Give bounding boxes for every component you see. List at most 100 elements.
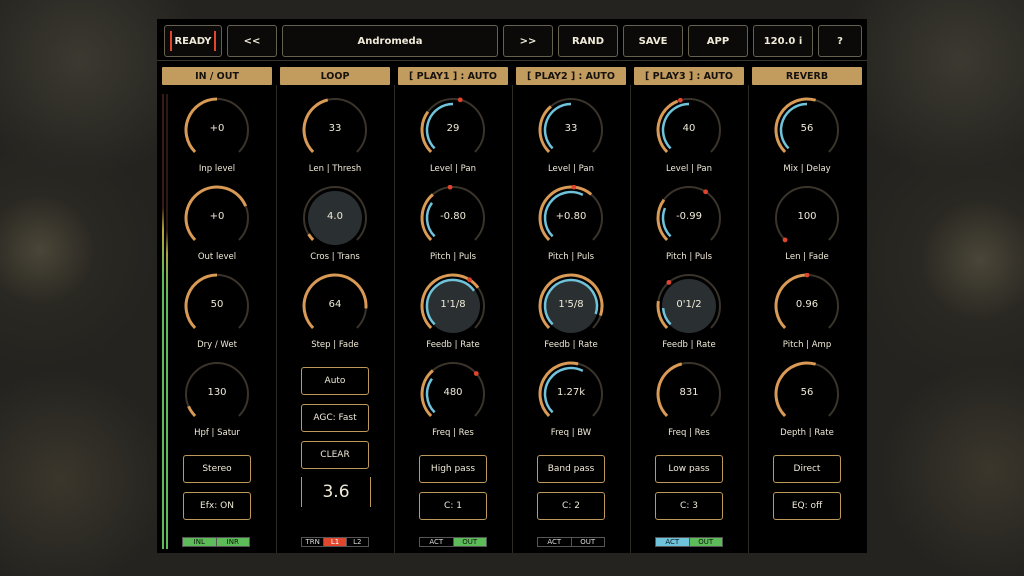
- output-level-knob[interactable]: +0: [184, 185, 250, 251]
- efx-button[interactable]: Efx: ON: [183, 492, 251, 520]
- input-level-meter-right: [166, 94, 168, 549]
- stereo-button[interactable]: Stereo: [183, 455, 251, 483]
- play3-freq-res-knob[interactable]: 831: [656, 361, 722, 427]
- play3-filter-button[interactable]: Low pass: [655, 455, 723, 483]
- play3-pitch-puls-knob[interactable]: -0.99: [656, 185, 722, 251]
- play3-pitch-puls-label: Pitch | Puls: [665, 252, 713, 262]
- indicator-out: OUT: [453, 538, 486, 546]
- play2-freq-bw-knob[interactable]: 1.27k: [538, 361, 604, 427]
- play3-feedb-rate-knob[interactable]: 0'1/2: [656, 273, 722, 339]
- header-play1-label: [ PLAY1 ] : AUTO: [409, 70, 497, 82]
- auto-button[interactable]: Auto: [301, 367, 369, 395]
- indicator-out: OUT: [580, 538, 596, 546]
- prev-preset-button[interactable]: <<: [227, 25, 277, 57]
- header-loop: LOOP: [280, 67, 390, 85]
- header-play1[interactable]: [ PLAY1 ] : AUTO: [398, 67, 508, 85]
- knob-marker: [804, 273, 810, 278]
- app-label: APP: [706, 35, 730, 47]
- toolbar-divider: [157, 60, 867, 61]
- indicator-act: ACT: [538, 538, 572, 546]
- knob-marker: [447, 185, 453, 190]
- play3-freq-res-value: 831: [679, 387, 699, 398]
- input-level-label: Inp level: [198, 164, 236, 174]
- play1-pitch-puls-knob[interactable]: -0.80: [420, 185, 486, 251]
- hpf-satur-value: 130: [207, 387, 227, 398]
- play1-freq-res-knob[interactable]: 480: [420, 361, 486, 427]
- cros-trans-value: 4.0: [327, 211, 343, 222]
- len-thresh-label: Len | Thresh: [308, 164, 362, 174]
- help-button[interactable]: ?: [818, 25, 862, 57]
- eq-button[interactable]: EQ: off: [773, 492, 841, 520]
- play3-level-pan-knob[interactable]: 40: [656, 97, 722, 163]
- input-level-knob[interactable]: +0: [184, 97, 250, 163]
- knob-marker: [782, 237, 788, 243]
- mix-delay-knob[interactable]: 56: [774, 97, 840, 163]
- play1-freq-res-value: 480: [443, 387, 463, 398]
- indicator-trn: TRN: [302, 538, 325, 546]
- knob-marker: [457, 97, 463, 103]
- len-fade-value: 100: [797, 211, 817, 222]
- app-panel: READY << Andromeda >> RAND SAVE APP 120.…: [157, 19, 867, 553]
- play3-level-pan-value: 40: [682, 123, 696, 134]
- play1-pitch-puls-label: Pitch | Puls: [429, 252, 477, 262]
- step-fade-knob[interactable]: 64: [302, 273, 368, 339]
- agc-button[interactable]: AGC: Fast: [301, 404, 369, 432]
- play2-feedb-rate-label: Feedb | Rate: [544, 340, 598, 350]
- dry-wet-knob[interactable]: 50: [184, 273, 250, 339]
- rand-button[interactable]: RAND: [558, 25, 618, 57]
- header-play3[interactable]: [ PLAY3 ] : AUTO: [634, 67, 744, 85]
- play1-filter-button[interactable]: High pass: [419, 455, 487, 483]
- tempo-display[interactable]: 120.0 i: [753, 25, 813, 57]
- knob-marker: [666, 280, 672, 285]
- hpf-satur-knob[interactable]: 130: [184, 361, 250, 427]
- prev-label: <<: [243, 35, 261, 47]
- play1-channel-button[interactable]: C: 1: [419, 492, 487, 520]
- play3-feedb-rate-label: Feedb | Rate: [662, 340, 716, 350]
- header-in-out: IN / OUT: [162, 67, 272, 85]
- pitch-amp-knob[interactable]: 0.96: [774, 273, 840, 339]
- cros-trans-knob[interactable]: 4.0: [302, 185, 368, 251]
- play1-freq-res-label: Freq | Res: [432, 428, 474, 438]
- play2-filter-button[interactable]: Band pass: [537, 455, 605, 483]
- play1-level-pan-knob[interactable]: 29: [420, 97, 486, 163]
- loop-length-value: 3.6: [322, 482, 350, 502]
- preset-name-display[interactable]: Andromeda: [282, 25, 498, 57]
- app-button[interactable]: APP: [688, 25, 748, 57]
- save-label: SAVE: [638, 35, 668, 47]
- direct-button[interactable]: Direct: [773, 455, 841, 483]
- play3-channel-button[interactable]: C: 3: [655, 492, 723, 520]
- play1-feedb-rate-label: Feedb | Rate: [426, 340, 480, 350]
- next-preset-button[interactable]: >>: [503, 25, 553, 57]
- header-play2[interactable]: [ PLAY2 ] : AUTO: [516, 67, 626, 85]
- ready-status[interactable]: READY: [164, 25, 222, 57]
- help-label: ?: [837, 35, 843, 47]
- pitch-amp-label: Pitch | Amp: [782, 340, 832, 350]
- rand-label: RAND: [571, 35, 605, 47]
- depth-rate-knob[interactable]: 56: [774, 361, 840, 427]
- play1-feedb-rate-knob[interactable]: 1'1/8: [420, 273, 486, 339]
- play2-feedb-rate-knob[interactable]: 1'5/8: [538, 273, 604, 339]
- column-separator: [394, 85, 395, 553]
- inout-indicators: INL INR: [182, 537, 250, 547]
- play2-pitch-puls-knob[interactable]: +0.80: [538, 185, 604, 251]
- ready-label: READY: [174, 35, 212, 47]
- play2-channel-button[interactable]: C: 2: [537, 492, 605, 520]
- output-level-value: +0: [209, 211, 225, 222]
- play2-pitch-puls-value: +0.80: [555, 211, 587, 222]
- input-level-meter-left: [162, 94, 164, 549]
- clear-button[interactable]: CLEAR: [301, 441, 369, 469]
- play1-pitch-puls-value: -0.80: [440, 211, 466, 222]
- header-loop-label: LOOP: [320, 70, 350, 82]
- save-button[interactable]: SAVE: [623, 25, 683, 57]
- len-thresh-knob[interactable]: 33: [302, 97, 368, 163]
- indicator-inr: INR: [216, 538, 249, 546]
- header-in-out-label: IN / OUT: [195, 70, 239, 82]
- knob-marker: [467, 277, 473, 283]
- len-fade-knob[interactable]: 100: [774, 185, 840, 251]
- knob-value-arc: [187, 405, 197, 417]
- play1-indicators: ACT OUT: [419, 537, 487, 547]
- play2-level-pan-knob[interactable]: 33: [538, 97, 604, 163]
- knob-marker: [571, 185, 577, 190]
- step-fade-value: 64: [328, 299, 342, 310]
- play2-level-pan-label: Level | Pan: [547, 164, 595, 174]
